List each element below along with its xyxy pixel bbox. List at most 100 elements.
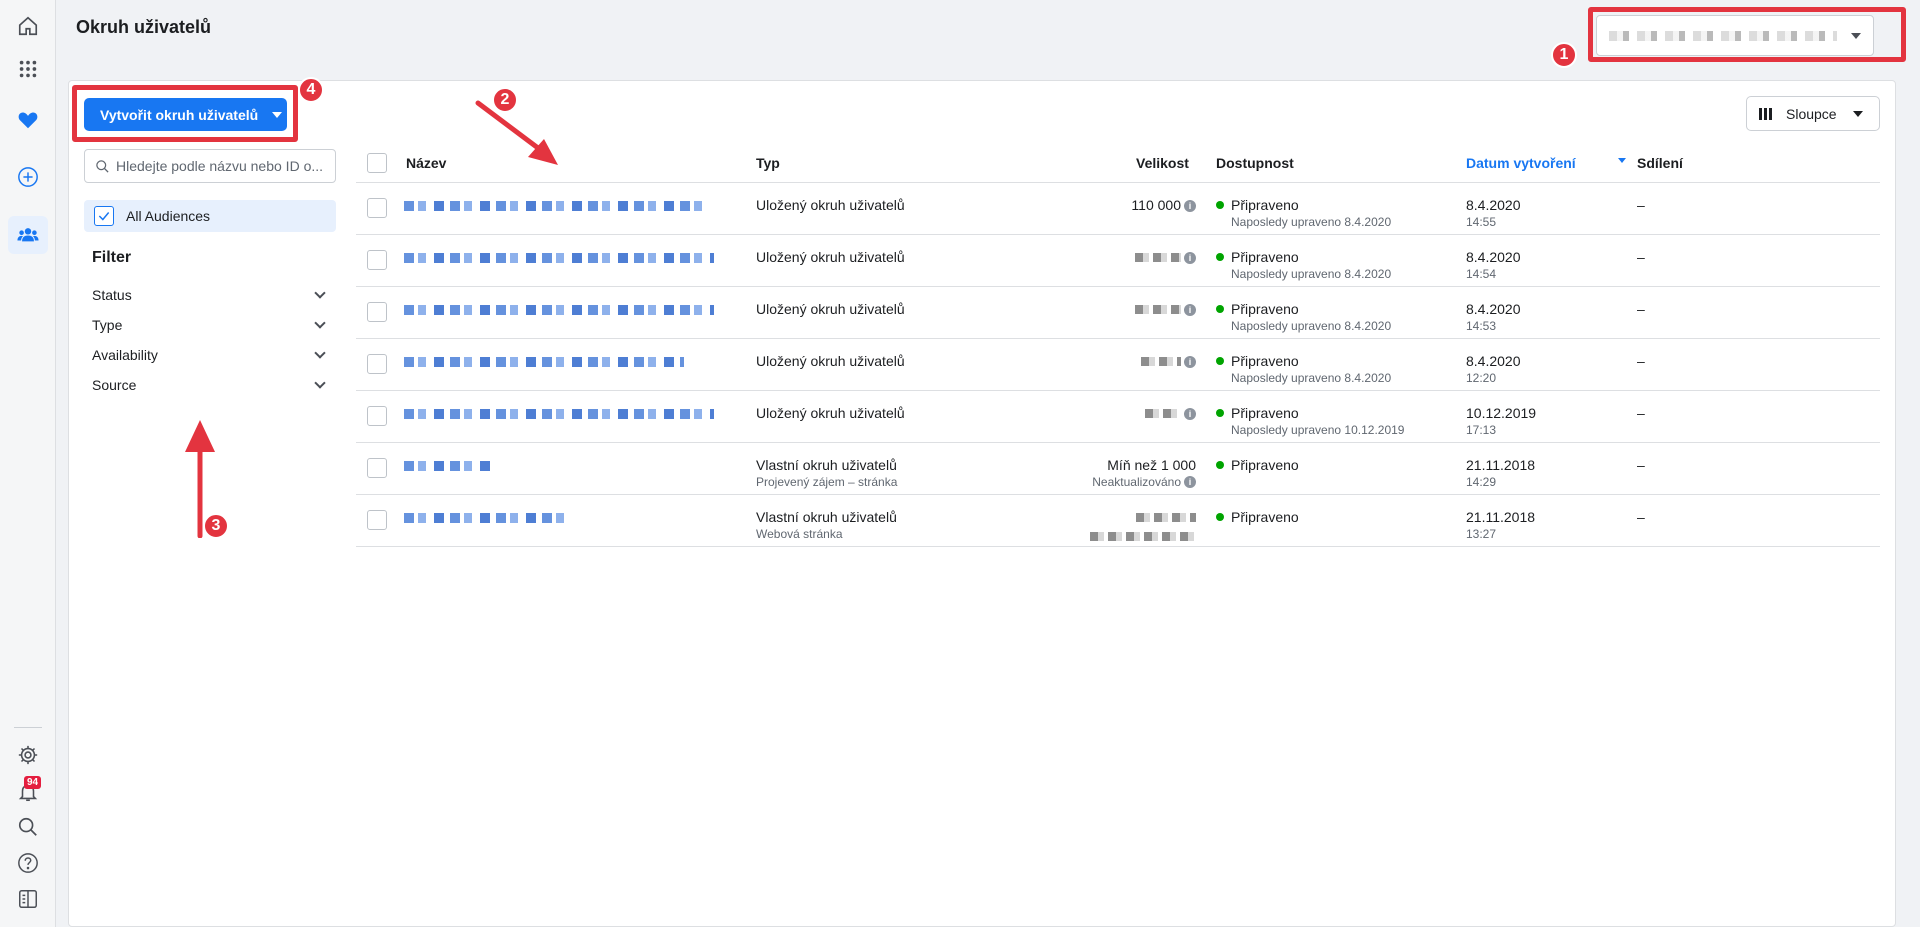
- filter-heading: Filter: [92, 249, 132, 266]
- audience-search-input[interactable]: [116, 158, 326, 174]
- table-row[interactable]: Vlastní okruh uživatelů Webová stránka Př…: [356, 495, 1880, 547]
- status-dot-icon: [1216, 305, 1224, 313]
- annotation-badge-1: 1: [1551, 42, 1577, 68]
- row-checkbox[interactable]: [367, 510, 387, 530]
- filter-type[interactable]: Type: [92, 314, 328, 336]
- row-checkbox[interactable]: [367, 250, 387, 270]
- row-checkbox[interactable]: [367, 354, 387, 374]
- column-header-type[interactable]: Typ: [756, 155, 780, 171]
- sharing-cell: –: [1637, 249, 1645, 265]
- created-date: 8.4.2020: [1466, 249, 1521, 265]
- apps-grid-icon[interactable]: [14, 55, 42, 83]
- table-row[interactable]: Uložený okruh uživatelů i Připraveno Napo…: [356, 287, 1880, 339]
- audience-size-redacted: [1135, 305, 1181, 314]
- audience-search-field[interactable]: [84, 149, 336, 183]
- chevron-down-icon: [314, 347, 326, 359]
- columns-button[interactable]: Sloupce: [1746, 96, 1880, 131]
- audience-name-redacted[interactable]: [404, 461, 492, 471]
- row-checkbox[interactable]: [367, 406, 387, 426]
- status-text: Připraveno: [1231, 353, 1299, 369]
- created-time: 13:27: [1466, 527, 1497, 541]
- chevron-down-icon: [314, 317, 326, 329]
- filter-availability[interactable]: Availability: [92, 344, 328, 366]
- table-row[interactable]: Vlastní okruh uživatelů Projevený zájem –…: [356, 443, 1880, 495]
- audience-size: i: [1086, 248, 1196, 266]
- info-icon[interactable]: i: [1184, 200, 1196, 212]
- sharing-cell: –: [1637, 353, 1645, 369]
- table-row[interactable]: Uložený okruh uživatelů i Připraveno Napo…: [356, 339, 1880, 391]
- created-cell: 8.4.2020 14:53: [1466, 300, 1521, 334]
- table-row[interactable]: Uložený okruh uživatelů i Připraveno Napo…: [356, 391, 1880, 443]
- audience-size-redacted: [1090, 532, 1196, 541]
- all-audiences-checkbox[interactable]: [94, 206, 114, 226]
- availability-cell: Připraveno Naposledy upraveno 10.12.2019: [1216, 404, 1405, 438]
- audience-type: Uložený okruh uživatelů: [756, 405, 905, 421]
- column-header-name[interactable]: Název: [406, 155, 446, 171]
- audience-type: Uložený okruh uživatelů: [756, 249, 905, 265]
- audience-size-redacted: [1145, 409, 1181, 418]
- created-time: 14:53: [1466, 319, 1497, 333]
- sort-descending-icon[interactable]: [1618, 158, 1626, 163]
- filter-status[interactable]: Status: [92, 284, 328, 306]
- status-text: Připraveno: [1231, 457, 1299, 473]
- status-last-edited: Naposledy upraveno 10.12.2019: [1231, 423, 1405, 437]
- audience-name-redacted[interactable]: [404, 201, 704, 211]
- chevron-down-icon: [314, 287, 326, 299]
- filter-type-label: Type: [92, 317, 123, 333]
- status-dot-icon: [1216, 201, 1224, 209]
- row-checkbox[interactable]: [367, 198, 387, 218]
- column-header-sharing[interactable]: Sdílení: [1637, 155, 1683, 171]
- audience-name-redacted[interactable]: [404, 253, 714, 263]
- settings-gear-icon[interactable]: [14, 741, 42, 769]
- toggle-panel-icon[interactable]: [14, 885, 42, 913]
- column-header-availability[interactable]: Dostupnost: [1216, 155, 1294, 171]
- info-icon[interactable]: i: [1184, 476, 1196, 488]
- audience-type: Uložený okruh uživatelů: [756, 353, 905, 369]
- annotation-badge-2: 2: [492, 87, 518, 113]
- availability-cell: Připraveno Naposledy upraveno 8.4.2020: [1216, 300, 1391, 334]
- row-checkbox[interactable]: [367, 458, 387, 478]
- audience-size: 110 000 i: [1086, 196, 1196, 214]
- status-dot-icon: [1216, 513, 1224, 521]
- all-audiences-filter[interactable]: All Audiences: [84, 200, 336, 232]
- size-status: Neaktualizováno i: [1042, 474, 1196, 490]
- table-row[interactable]: Uložený okruh uživatelů 110 000 i Připrav…: [356, 183, 1880, 235]
- filter-status-label: Status: [92, 287, 132, 303]
- audience-name-redacted[interactable]: [404, 305, 714, 315]
- audience-size: i: [1086, 404, 1196, 422]
- status-text: Připraveno: [1231, 405, 1299, 421]
- audience-size-redacted: [1141, 357, 1181, 366]
- audience-type: Uložený okruh uživatelů: [756, 301, 905, 317]
- annotation-highlight-create: [72, 85, 298, 142]
- sharing-cell: –: [1637, 509, 1645, 525]
- column-header-size[interactable]: Velikost: [1136, 155, 1189, 171]
- info-icon[interactable]: i: [1184, 356, 1196, 368]
- annotation-highlight-account: [1588, 7, 1906, 62]
- favorites-heart-icon[interactable]: [14, 106, 42, 134]
- info-icon[interactable]: i: [1184, 304, 1196, 316]
- audience-name-redacted[interactable]: [404, 409, 714, 419]
- filter-source[interactable]: Source: [92, 374, 328, 396]
- audience-name-redacted[interactable]: [404, 357, 684, 367]
- columns-label: Sloupce: [1786, 105, 1837, 122]
- annotation-badge-4: 4: [298, 77, 324, 103]
- select-all-checkbox[interactable]: [367, 153, 387, 173]
- notification-count-badge: 94: [24, 776, 42, 789]
- audiences-people-icon[interactable]: [14, 221, 42, 249]
- info-icon[interactable]: i: [1184, 408, 1196, 420]
- column-header-created[interactable]: Datum vytvoření: [1466, 155, 1576, 171]
- info-icon[interactable]: i: [1184, 252, 1196, 264]
- create-plus-icon[interactable]: [14, 163, 42, 191]
- created-date: 8.4.2020: [1466, 301, 1521, 317]
- status-last-edited: Naposledy upraveno 8.4.2020: [1231, 215, 1392, 229]
- filter-availability-label: Availability: [92, 347, 158, 363]
- table-row[interactable]: Uložený okruh uživatelů i Připraveno Napo…: [356, 235, 1880, 287]
- home-icon[interactable]: [14, 12, 42, 40]
- help-question-icon[interactable]: [14, 849, 42, 877]
- availability-cell: Připraveno: [1216, 456, 1299, 474]
- search-icon[interactable]: [14, 813, 42, 841]
- search-icon: [96, 159, 109, 173]
- row-checkbox[interactable]: [367, 302, 387, 322]
- audience-name-redacted[interactable]: [404, 513, 564, 523]
- audience-size-value: 110 000: [1131, 197, 1181, 213]
